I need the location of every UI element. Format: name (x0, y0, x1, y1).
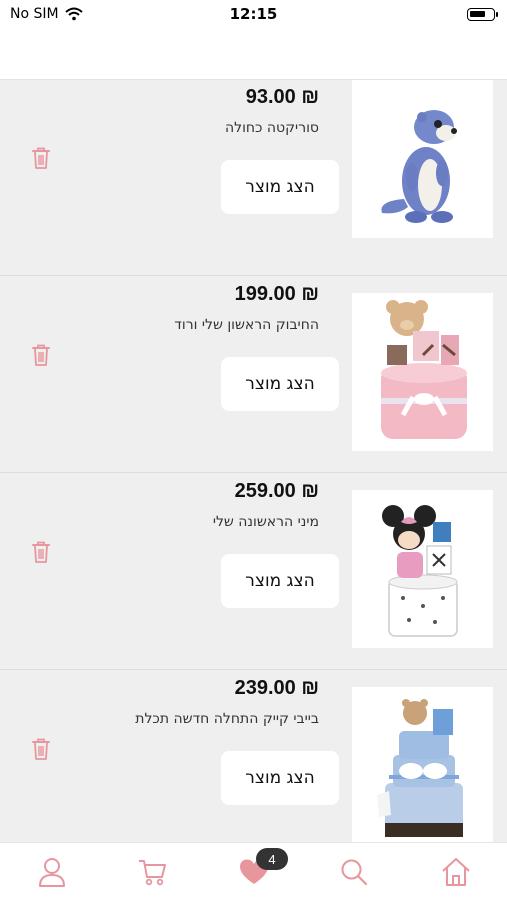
header-bar (0, 30, 507, 80)
cart-icon (139, 860, 166, 886)
trash-icon[interactable] (31, 343, 51, 367)
teddy-gift-basket-image (380, 300, 467, 439)
home-icon (442, 858, 470, 886)
search-icon (341, 859, 368, 886)
product-name: סוריקטה כחולה (224, 120, 319, 136)
product-name: מיני הראשונה שלי (212, 514, 319, 530)
product-price: 259.00 ₪ (234, 480, 319, 502)
product-name: החיבוק הראשון שלי ורוד (174, 317, 319, 333)
trash-icon[interactable] (31, 146, 51, 170)
product-name: בייבי קייק התחלה חדשה תכלת (135, 711, 319, 727)
trash-icon[interactable] (31, 540, 51, 564)
tab-cart[interactable] (134, 855, 170, 889)
tab-profile[interactable] (34, 855, 70, 889)
status-time: 12:15 (229, 5, 278, 23)
product-price: 199.00 ₪ (234, 283, 319, 305)
product-price: 93.00 ₪ (245, 86, 319, 108)
trash-icon[interactable] (31, 737, 51, 761)
meerkat-plush-image (380, 110, 457, 223)
minnie-gift-basket-image (381, 505, 458, 637)
product-image[interactable] (352, 80, 493, 238)
show-product-button[interactable]: הצג מוצר (221, 751, 339, 805)
show-product-button[interactable]: הצג מוצר (221, 554, 339, 608)
wishlist-item: 239.00 ₪ בייבי קייק התחלה חדשה תכלת הצג … (0, 671, 507, 842)
product-image[interactable] (352, 687, 493, 842)
wishlist-count-badge: 4 (256, 848, 288, 870)
tab-search[interactable] (336, 855, 372, 889)
wishlist-item: 93.00 ₪ סוריקטה כחולה הצג מוצר (0, 80, 507, 276)
product-image[interactable] (352, 490, 493, 648)
bottom-tab-bar: 4 (0, 842, 507, 900)
profile-icon (39, 858, 65, 887)
tab-home[interactable] (438, 855, 474, 889)
wishlist-item: 259.00 ₪ מיני הראשונה שלי הצג מוצר (0, 474, 507, 670)
wishlist-item: 199.00 ₪ החיבוק הראשון שלי ורוד הצג מוצר (0, 277, 507, 473)
battery-icon (467, 8, 498, 21)
wishlist-list[interactable]: 93.00 ₪ סוריקטה כחולה הצג מוצר 199.00 ₪ … (0, 80, 507, 842)
product-image[interactable] (352, 293, 493, 451)
status-bar: No SIM 12:15 (0, 0, 507, 30)
diaper-cake-image (376, 699, 463, 837)
show-product-button[interactable]: הצג מוצר (221, 160, 339, 214)
product-price: 239.00 ₪ (234, 677, 319, 699)
show-product-button[interactable]: הצג מוצר (221, 357, 339, 411)
